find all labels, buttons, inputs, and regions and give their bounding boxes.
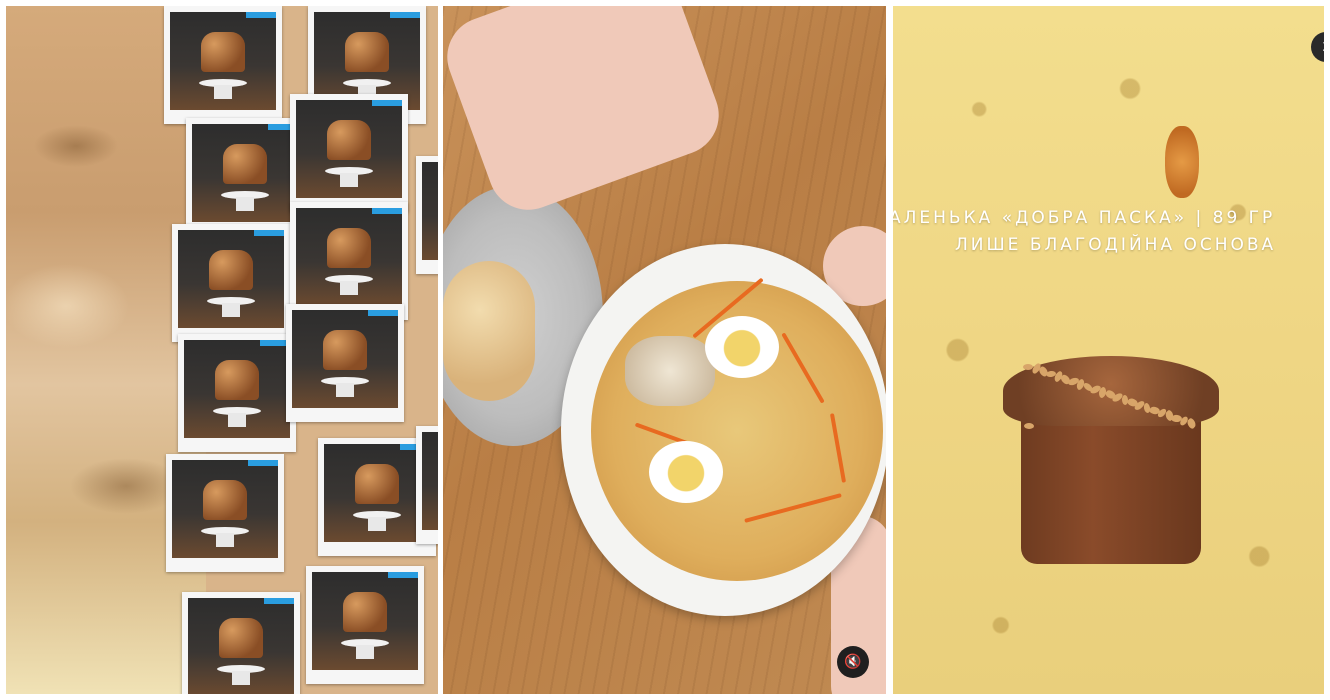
kulich-polaroid [290, 94, 408, 212]
egg-half [705, 316, 779, 378]
polaroid-tag [254, 230, 284, 236]
kulich-image [323, 329, 367, 370]
cake-stand-foot [222, 302, 240, 317]
kulich-polaroid [186, 118, 304, 236]
kulich-image [219, 617, 263, 658]
polaroid-photo [192, 124, 298, 222]
mute-button[interactable]: 🔇 [837, 646, 869, 678]
kulich-image [223, 143, 267, 184]
cake-stand-foot [232, 670, 250, 685]
middle-panel: 🔇 [443, 6, 886, 694]
polaroid-photo [178, 230, 284, 328]
almond-slice [1023, 422, 1035, 430]
overlay-text-line2: ЛИШЕ БЛАГОДІЙНА ОСНОВА [955, 235, 1277, 255]
polaroid-photo [170, 12, 276, 110]
polaroid-photo [296, 100, 402, 198]
kulich-polaroid [416, 426, 438, 544]
polaroid-photo [422, 162, 438, 260]
kulich-polaroid [164, 6, 282, 124]
cake-stand-foot [340, 172, 358, 187]
polaroid-tag [264, 598, 294, 604]
polaroid-photo [184, 340, 290, 438]
polaroid-tag [368, 310, 398, 316]
cake-stand-foot [214, 84, 232, 99]
chicken-piece [625, 336, 715, 406]
kulich-polaroid [306, 566, 424, 684]
overlay-text-line1: АЛЕНЬКА «ДОБРА ПАСКА» | 89 ГР [893, 208, 1276, 228]
kulich-image [215, 359, 259, 400]
polaroid-photo [422, 432, 438, 530]
kulich-image [355, 463, 399, 504]
kulich-image [345, 31, 389, 72]
polaroid-tag [372, 208, 402, 214]
kulich-image [343, 591, 387, 632]
cake-stand-foot [216, 532, 234, 547]
polaroid-photo [324, 444, 430, 542]
cake-stand-foot [340, 280, 358, 295]
cake-stand-foot [336, 382, 354, 397]
bread-roll [443, 261, 535, 401]
cake-stand-foot [228, 412, 246, 427]
kulich-polaroid [178, 334, 296, 452]
polaroid-tag [372, 100, 402, 106]
cake-stand-foot [368, 516, 386, 531]
kulich-cake [1003, 356, 1219, 566]
polaroid-photo [312, 572, 418, 670]
polaroid-photo [172, 460, 278, 558]
kulich-body [1021, 408, 1201, 564]
kulich-polaroid [286, 304, 404, 422]
kulich-image [327, 227, 371, 268]
right-panel: АЛЕНЬКА «ДОБРА ПАСКА» | 89 ГР ЛИШЕ БЛАГО… [893, 6, 1324, 694]
kulich-polaroid [182, 592, 300, 694]
candied-fruit [1165, 126, 1199, 198]
mute-icon: 🔇 [844, 654, 862, 670]
kulich-image [203, 479, 247, 520]
left-panel [6, 6, 438, 694]
polaroid-photo [292, 310, 398, 408]
kulich-image [327, 119, 371, 160]
polaroid-photo [296, 208, 402, 306]
corner-button-label: 3 [1322, 40, 1324, 54]
kulich-image [209, 249, 253, 290]
polaroid-photo [188, 598, 294, 694]
kulich-polaroid [290, 202, 408, 320]
egg-half [649, 441, 723, 503]
bread-crumb-background [893, 6, 1324, 694]
kulich-polaroid [416, 156, 438, 274]
polaroid-tag [246, 12, 276, 18]
kulich-polaroid [172, 224, 290, 342]
kulich-polaroid [166, 454, 284, 572]
kulich-image [201, 31, 245, 72]
polaroid-tag [388, 572, 418, 578]
cake-stand-foot [236, 196, 254, 211]
polaroid-tag [248, 460, 278, 466]
polaroid-tag [390, 12, 420, 18]
cake-stand-foot [356, 644, 374, 659]
